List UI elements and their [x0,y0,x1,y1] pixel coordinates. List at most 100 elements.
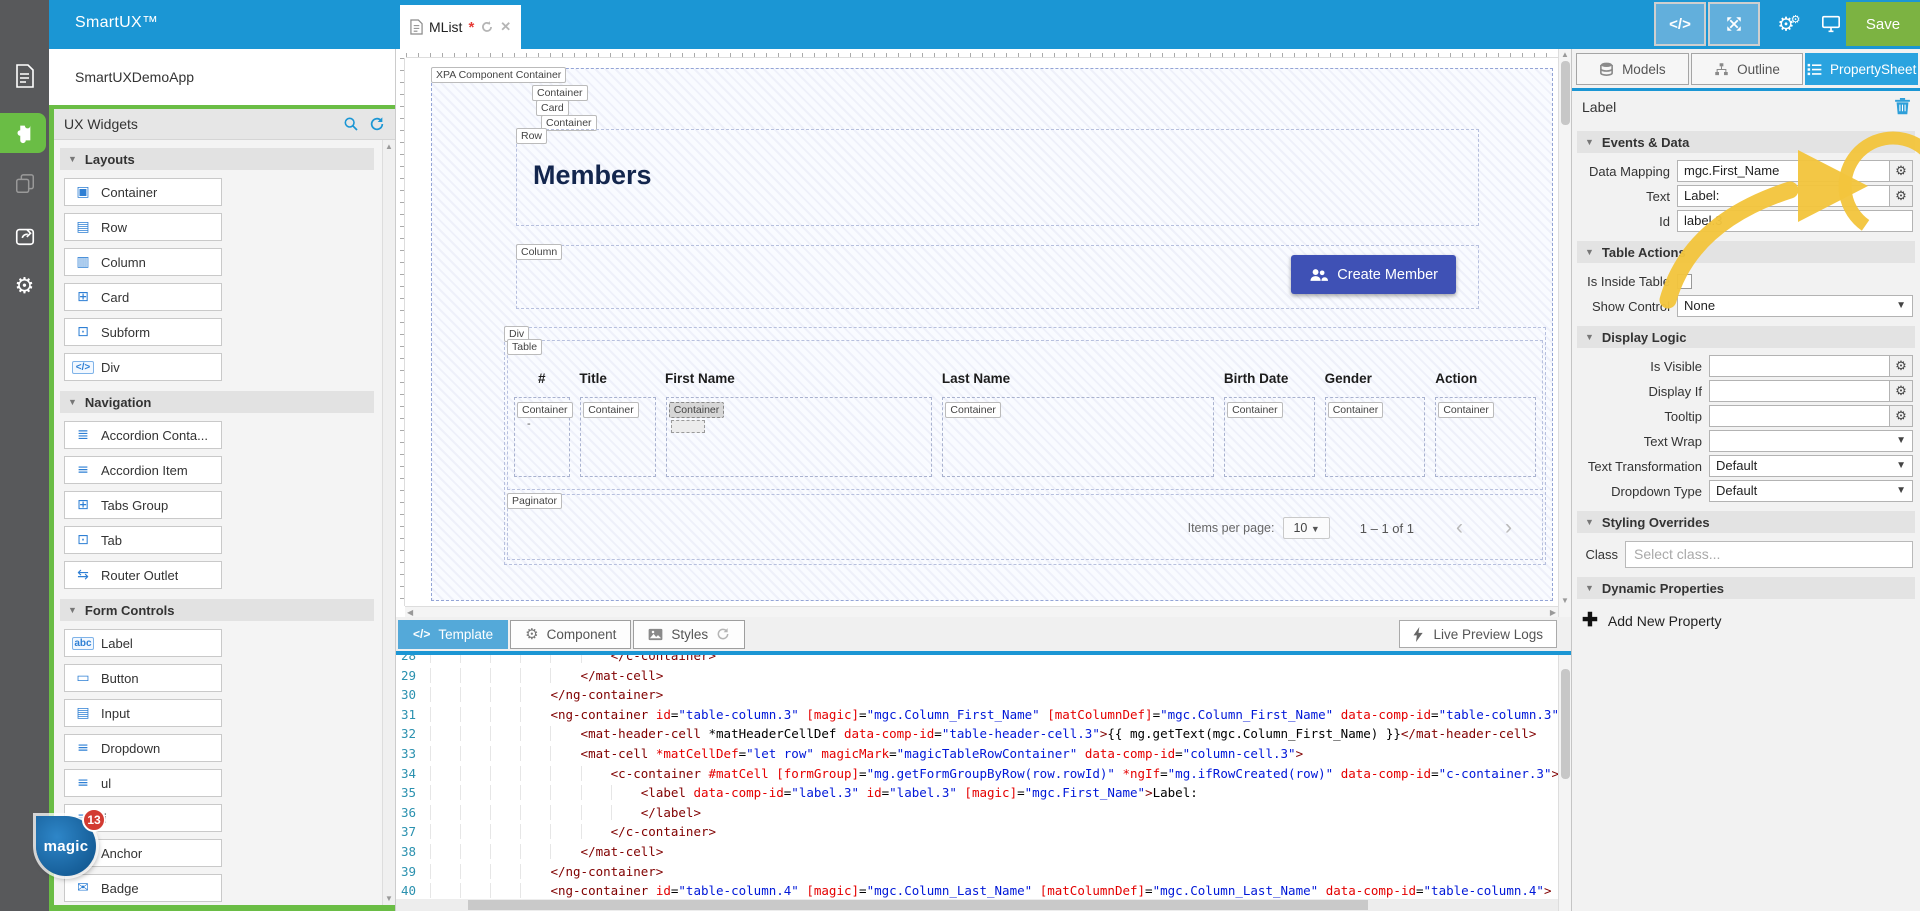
dropdown-type-dropdown[interactable]: Default▼ [1709,480,1913,502]
pages-copy-icon[interactable] [0,166,49,202]
refresh-icon[interactable] [369,116,385,132]
column-element[interactable]: Column Create Member [516,245,1479,309]
document-icon[interactable] [0,58,49,94]
refresh-styles-icon[interactable] [716,627,730,641]
editor-horizontal-scrollbar[interactable] [396,899,1558,911]
scroll-left-icon[interactable]: ◀ [407,608,413,617]
refresh-tab-icon[interactable] [480,20,494,34]
container-chip[interactable]: Container [669,402,725,418]
canvas-column-header[interactable]: Action [1435,371,1536,386]
widget-item-column[interactable]: ▥Column [64,248,222,276]
scroll-down-icon[interactable]: ▼ [385,894,393,903]
code-editor[interactable]: 28 </c-container>29 </mat-cell>30 </ng-c… [396,655,1558,911]
table-element[interactable]: Table # Title First Name Last Name Birth Dat… [507,340,1543,490]
expand-button[interactable] [1708,2,1760,46]
table-label[interactable]: Table [507,339,542,355]
widget-item-container[interactable]: ▣Container [64,178,222,206]
xpa-component-container[interactable]: XPA Component Container Container Card C… [431,68,1553,601]
display-if-gear-button[interactable]: ⚙ [1890,380,1913,402]
tooltip-input[interactable] [1709,405,1890,427]
div-element[interactable]: Div Table #TitleFirst NameLast NameBirth… [504,327,1546,565]
widgets-puzzle-icon[interactable] [0,113,46,153]
section-events-data[interactable]: ▼Events & Data [1577,131,1915,153]
class-select-input[interactable]: Select class... [1625,541,1913,568]
container-chip[interactable]: Container [945,402,1001,418]
is-visible-gear-button[interactable]: ⚙ [1890,355,1913,377]
data-mapping-gear-button[interactable]: ⚙ [1890,160,1913,182]
widget-item-subform[interactable]: ⊡Subform [64,318,222,346]
previous-page-icon[interactable]: ‹ [1456,523,1463,533]
canvas-column-header[interactable]: First Name [665,371,932,386]
row-element[interactable]: Row Members [516,129,1479,226]
scroll-up-icon[interactable]: ▲ [1561,50,1569,59]
settings-gear-icon[interactable]: ⚙ [0,268,49,304]
tab-component[interactable]: ⚙ Component [510,620,631,649]
text-gear-button[interactable]: ⚙ [1890,185,1913,207]
widget-item-row[interactable]: ▤Row [64,213,222,241]
widget-item-router-outlet[interactable]: ⇆Router Outlet [64,561,222,589]
selected-label-element[interactable] [671,420,705,433]
canvas-column-header[interactable]: Birth Date [1224,371,1315,386]
section-styling-overrides[interactable]: ▼Styling Overrides [1577,511,1915,533]
widget-item-tab[interactable]: ⊡Tab [64,526,222,554]
canvas-table-cell[interactable]: Container- [514,397,570,477]
canvas-vertical-scrollbar[interactable]: ▲ ▼ [1558,49,1571,617]
app-name-row[interactable]: SmartUXDemoApp [49,49,395,105]
save-button[interactable]: Save [1846,2,1920,46]
canvas-table-cell[interactable]: Container [1325,397,1426,477]
widget-section-header[interactable]: ▼Layouts [60,148,374,170]
canvas-column-header[interactable]: Title [579,371,655,386]
delete-trash-icon[interactable] [1895,98,1910,115]
text-wrap-dropdown[interactable]: ▼ [1709,430,1913,452]
row-label[interactable]: Row [516,128,547,144]
widget-list-scrollbar[interactable]: ▲▼ [382,140,395,905]
section-display-logic[interactable]: ▼Display Logic [1577,326,1915,348]
code-view-button[interactable]: </> [1654,2,1706,46]
canvas-table-cell[interactable]: Container [580,397,656,477]
tab-outline[interactable]: Outline [1691,53,1804,85]
create-member-button[interactable]: Create Member [1291,255,1456,294]
column-label[interactable]: Column [516,244,562,260]
next-page-icon[interactable]: › [1505,523,1512,533]
canvas-column-header[interactable]: # [514,371,569,386]
widget-item-div[interactable]: </>Div [64,353,222,381]
canvas-table-cell[interactable]: Container [1224,397,1315,477]
tab-styles[interactable]: Styles [633,620,745,649]
services-gears-button[interactable]: ⚙⚙ [1766,2,1812,46]
paginator-label[interactable]: Paginator [507,493,562,509]
tab-propertysheet[interactable]: PropertySheet [1805,53,1918,85]
members-heading[interactable]: Members [533,160,1478,191]
canvas-table-cell[interactable]: Container [666,397,933,477]
widget-item-button[interactable]: ▭Button [64,664,222,692]
text-transformation-dropdown[interactable]: Default▼ [1709,455,1913,477]
tab-models[interactable]: Models [1576,53,1689,85]
widget-section-header[interactable]: ▼Form Controls [60,599,374,621]
tooltip-gear-button[interactable]: ⚙ [1890,405,1913,427]
display-if-input[interactable] [1709,380,1890,402]
widget-item-card[interactable]: ⊞Card [64,283,222,311]
widget-item-accordion-conta[interactable]: ≣Accordion Conta... [64,421,222,449]
document-tab-mlist[interactable]: MList * ✕ [400,5,521,49]
canvas-table-cell[interactable]: Container [942,397,1214,477]
is-visible-input[interactable] [1709,355,1890,377]
section-dynamic-properties[interactable]: ▼Dynamic Properties [1577,577,1915,599]
tab-template[interactable]: </> Template [398,620,508,649]
scroll-down-icon[interactable]: ▼ [1561,596,1569,605]
scroll-right-icon[interactable]: ▶ [1550,608,1556,617]
scroll-up-icon[interactable]: ▲ [385,142,393,151]
notification-badge[interactable]: 13 [82,808,106,832]
card-label[interactable]: Card [536,100,569,116]
publish-share-icon[interactable] [0,218,49,254]
data-mapping-input[interactable]: mgc.First_Name [1677,160,1890,182]
canvas-column-header[interactable]: Last Name [942,371,1214,386]
widget-item-ul[interactable]: ≡ul [64,769,222,797]
is-inside-table-checkbox[interactable] [1677,274,1692,289]
canvas-table-cell[interactable]: Container [1435,397,1536,477]
canvas-horizontal-scrollbar[interactable]: ◀▶ [405,606,1558,617]
id-input[interactable]: label.3 [1677,210,1913,232]
widget-item-label[interactable]: abcLabel [64,629,222,657]
section-table-actions[interactable]: ▼Table Actions [1577,241,1915,263]
xpa-container-label[interactable]: XPA Component Container [431,67,566,83]
paginator-element[interactable]: Paginator Items per page: 10 ▼ 1 – 1 of … [507,494,1543,560]
container-chip[interactable]: Container [1328,402,1384,418]
